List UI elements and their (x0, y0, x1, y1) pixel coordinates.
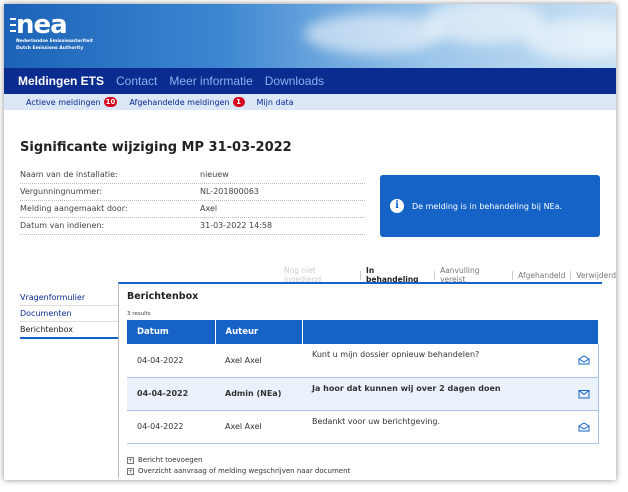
message-author: Axel Axel (215, 344, 302, 378)
message-box: Berichtenbox 3 results Datum Auteur 04-0… (118, 282, 602, 478)
info-label: Vergunningnummer: (20, 187, 103, 196)
count-badge: 10 (103, 97, 118, 107)
column-header-datum[interactable]: Datum (127, 320, 216, 344)
count-badge: 1 (232, 97, 245, 107)
envelope-open-icon[interactable] (578, 421, 590, 432)
divider (360, 270, 362, 280)
link-label: Bericht toevoegen (138, 456, 203, 464)
info-label: Melding aangemaakt door: (20, 204, 128, 213)
sub-nav-actieve-meldingen[interactable]: Actieve meldingen 10 (26, 97, 118, 107)
page-title: Significante wijziging MP 31-03-2022 (20, 140, 292, 155)
sub-nav-label: Mijn data (256, 97, 294, 107)
logo-text: nea (16, 10, 68, 40)
message-cell: Kunt u mijn dossier opnieuw behandelen? (302, 344, 599, 378)
main-nav-meer-informatie[interactable]: Meer informatie (169, 74, 252, 88)
header-banner: nea Nederlandse Emissieautoriteit Dutch … (4, 4, 616, 68)
info-row: Naam van de installatie: nieuew (20, 167, 365, 184)
side-nav-documenten[interactable]: Documenten (20, 306, 118, 322)
message-date: 04-04-2022 (127, 410, 215, 444)
sub-nav: Actieve meldingen 10 Afgehandelde meldin… (4, 94, 616, 110)
message-cell: Bedankt voor uw berichtgeving. (302, 410, 599, 444)
status-step-verwijderd: Verwijderd (576, 270, 616, 280)
divider (434, 270, 436, 280)
results-count: 3 results (127, 311, 151, 317)
message-date: 04-04-2022 (127, 344, 215, 378)
envelope-closed-icon[interactable] (578, 389, 590, 399)
info-value: 31-03-2022 14:58 (200, 221, 273, 230)
message-text: Bedankt voor uw berichtgeving. (312, 416, 441, 426)
message-cell: Ja hoor dat kunnen wij over 2 dagen doen (302, 377, 599, 411)
message-date: 04-04-2022 (127, 377, 215, 411)
info-label: Naam van de installatie: (20, 170, 118, 179)
message-author: Axel Axel (215, 410, 302, 444)
plus-icon: + (127, 467, 134, 475)
side-nav-berichtenbox[interactable]: Berichtenbox (20, 322, 118, 339)
info-row: Melding aangemaakt door: Axel (20, 201, 365, 218)
message-text: Kunt u mijn dossier opnieuw behandelen? (312, 350, 480, 359)
app-window: nea Nederlandse Emissieautoriteit Dutch … (4, 4, 616, 480)
column-header-message (302, 320, 599, 344)
info-row: Vergunningnummer: NL-201800063 (20, 184, 365, 201)
info-value: nieuew (200, 170, 229, 179)
divider (570, 270, 572, 280)
message-box-actions: + Bericht toevoegen + Overzicht aanvraag… (127, 456, 350, 478)
sub-nav-label: Afgehandelde meldingen (129, 97, 230, 107)
column-header-auteur[interactable]: Auteur (215, 320, 303, 344)
info-value: NL-201800063 (200, 187, 259, 196)
info-row: Datum van indienen: 31-03-2022 14:58 (20, 218, 365, 235)
side-nav-vragenformulier[interactable]: Vragenformulier (20, 290, 118, 306)
sub-nav-mijn-data[interactable]: Mijn data (257, 98, 294, 107)
info-table: Naam van de installatie: nieuew Vergunni… (20, 167, 365, 235)
main-nav: Meldingen ETS Contact Meer informatie Do… (4, 68, 616, 94)
info-label: Datum van indienen: (20, 221, 105, 230)
nea-logo[interactable]: nea Nederlandse Emissieautoriteit Dutch … (10, 10, 94, 51)
logo-subtitle-2: Dutch Emissions Authority (16, 45, 84, 51)
info-value: Axel (200, 204, 218, 213)
notice-text: De melding is in behandeling bij NEa. (412, 201, 563, 211)
message-text: Ja hoor dat kunnen wij over 2 dagen doen (312, 383, 501, 393)
messages-table: Datum Auteur 04-04-2022 Axel Axel Kunt u… (127, 320, 599, 444)
side-nav: Vragenformulier Documenten Berichtenbox (20, 290, 118, 339)
sub-nav-label: Actieve meldingen (26, 97, 101, 107)
link-label: Overzicht aanvraag of melding wegschrijv… (138, 467, 351, 475)
table-row[interactable]: 04-04-2022 Admin (NEa) Ja hoor dat kunne… (127, 377, 599, 411)
main-nav-contact[interactable]: Contact (116, 74, 157, 88)
message-author: Admin (NEa) (215, 377, 302, 411)
divider (512, 270, 514, 280)
info-icon: i (390, 199, 404, 213)
table-header-row: Datum Auteur (127, 320, 599, 344)
main-nav-meldingen-ets[interactable]: Meldingen ETS (18, 74, 104, 88)
export-overview-link[interactable]: + Overzicht aanvraag of melding wegschri… (127, 467, 350, 475)
sub-nav-afgehandelde-meldingen[interactable]: Afgehandelde meldingen 1 (129, 97, 245, 107)
status-notice: i De melding is in behandeling bij NEa. (380, 175, 600, 237)
add-message-link[interactable]: + Bericht toevoegen (127, 456, 350, 464)
main-nav-downloads[interactable]: Downloads (265, 74, 324, 88)
status-step-afgehandeld: Afgehandeld (518, 270, 566, 280)
table-row[interactable]: 04-04-2022 Axel Axel Bedankt voor uw ber… (127, 410, 599, 444)
message-box-title: Berichtenbox (127, 291, 199, 302)
table-row[interactable]: 04-04-2022 Axel Axel Kunt u mijn dossier… (127, 344, 599, 378)
envelope-open-icon[interactable] (578, 355, 590, 365)
logo-subtitle-1: Nederlandse Emissieautoriteit (16, 39, 94, 44)
plus-icon: + (127, 456, 134, 464)
